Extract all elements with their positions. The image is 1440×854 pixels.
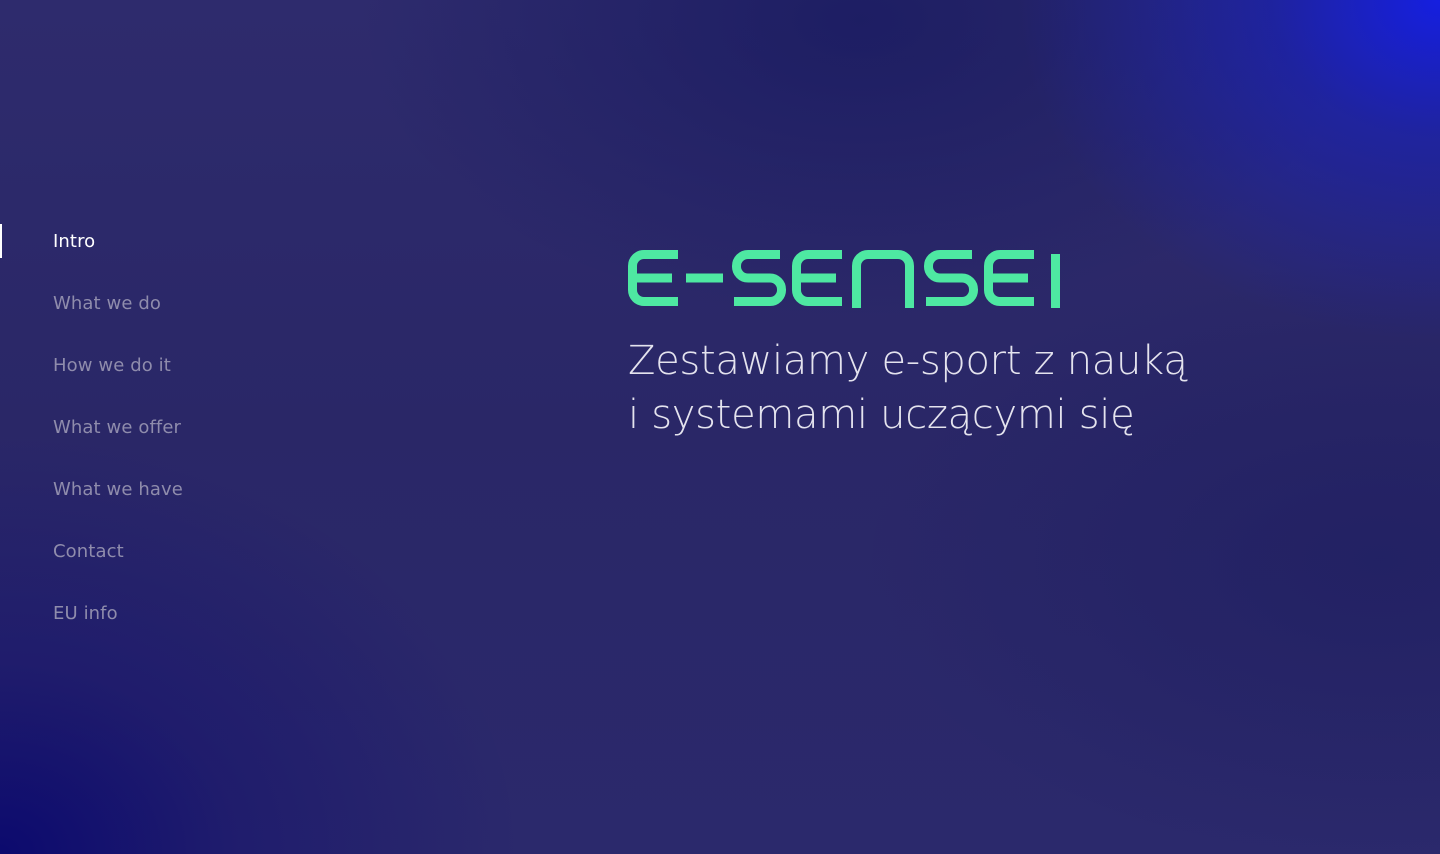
nav-item-label: EU info (53, 603, 118, 624)
nav-item-label: How we do it (53, 355, 171, 376)
nav-item-label: What we have (53, 479, 183, 500)
nav-item-how-we-do-it[interactable]: How we do it (0, 348, 300, 410)
nav-item-label: What we do (53, 293, 161, 314)
nav-item-contact[interactable]: Contact (0, 534, 300, 596)
tagline: Zestawiamy e-sport z nauką i systemami u… (628, 334, 1408, 442)
hero-section: Zestawiamy e-sport z nauką i systemami u… (628, 248, 1408, 442)
tagline-line-2: i systemami uczącymi się (628, 392, 1135, 438)
tagline-line-1: Zestawiamy e-sport z nauką (628, 338, 1188, 384)
e-sensei-logo (628, 250, 1060, 308)
nav-item-what-we-offer[interactable]: What we offer (0, 410, 300, 472)
nav-item-what-we-have[interactable]: What we have (0, 472, 300, 534)
nav-item-intro[interactable]: Intro (0, 224, 300, 286)
nav-item-label: What we offer (53, 417, 181, 438)
nav-item-label: Intro (53, 231, 96, 252)
section-nav: Intro What we do How we do it What we of… (0, 224, 300, 658)
active-indicator (0, 224, 2, 258)
nav-item-label: Contact (53, 541, 124, 562)
nav-item-what-we-do[interactable]: What we do (0, 286, 300, 348)
nav-item-eu-info[interactable]: EU info (0, 596, 300, 658)
